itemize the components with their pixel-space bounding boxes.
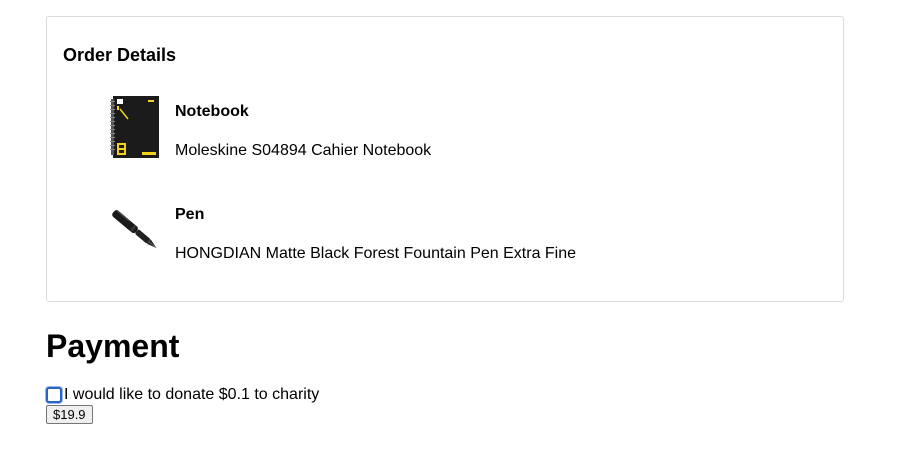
donate-row: I would like to donate $0.1 to charity bbox=[46, 385, 319, 405]
fountain-pen-icon bbox=[110, 198, 160, 262]
order-item-notebook: Notebook Moleskine S04894 Cahier Noteboo… bbox=[110, 95, 810, 165]
donate-checkbox[interactable] bbox=[46, 387, 62, 403]
pay-button[interactable]: $19.9 bbox=[46, 405, 93, 424]
item-description: HONGDIAN Matte Black Forest Fountain Pen… bbox=[175, 245, 577, 262]
item-name: Notebook bbox=[175, 103, 249, 120]
notebook-icon bbox=[110, 95, 160, 159]
order-item-pen: Pen HONGDIAN Matte Black Forest Fountain… bbox=[110, 198, 810, 268]
payment-title: Payment bbox=[46, 328, 180, 364]
donate-label[interactable]: I would like to donate $0.1 to charity bbox=[64, 385, 319, 405]
item-description: Moleskine S04894 Cahier Notebook bbox=[175, 142, 432, 159]
item-name: Pen bbox=[175, 206, 205, 223]
order-details-card: Order Details Notebook Moleskine S04894 … bbox=[46, 16, 844, 302]
order-details-title: Order Details bbox=[63, 45, 177, 65]
